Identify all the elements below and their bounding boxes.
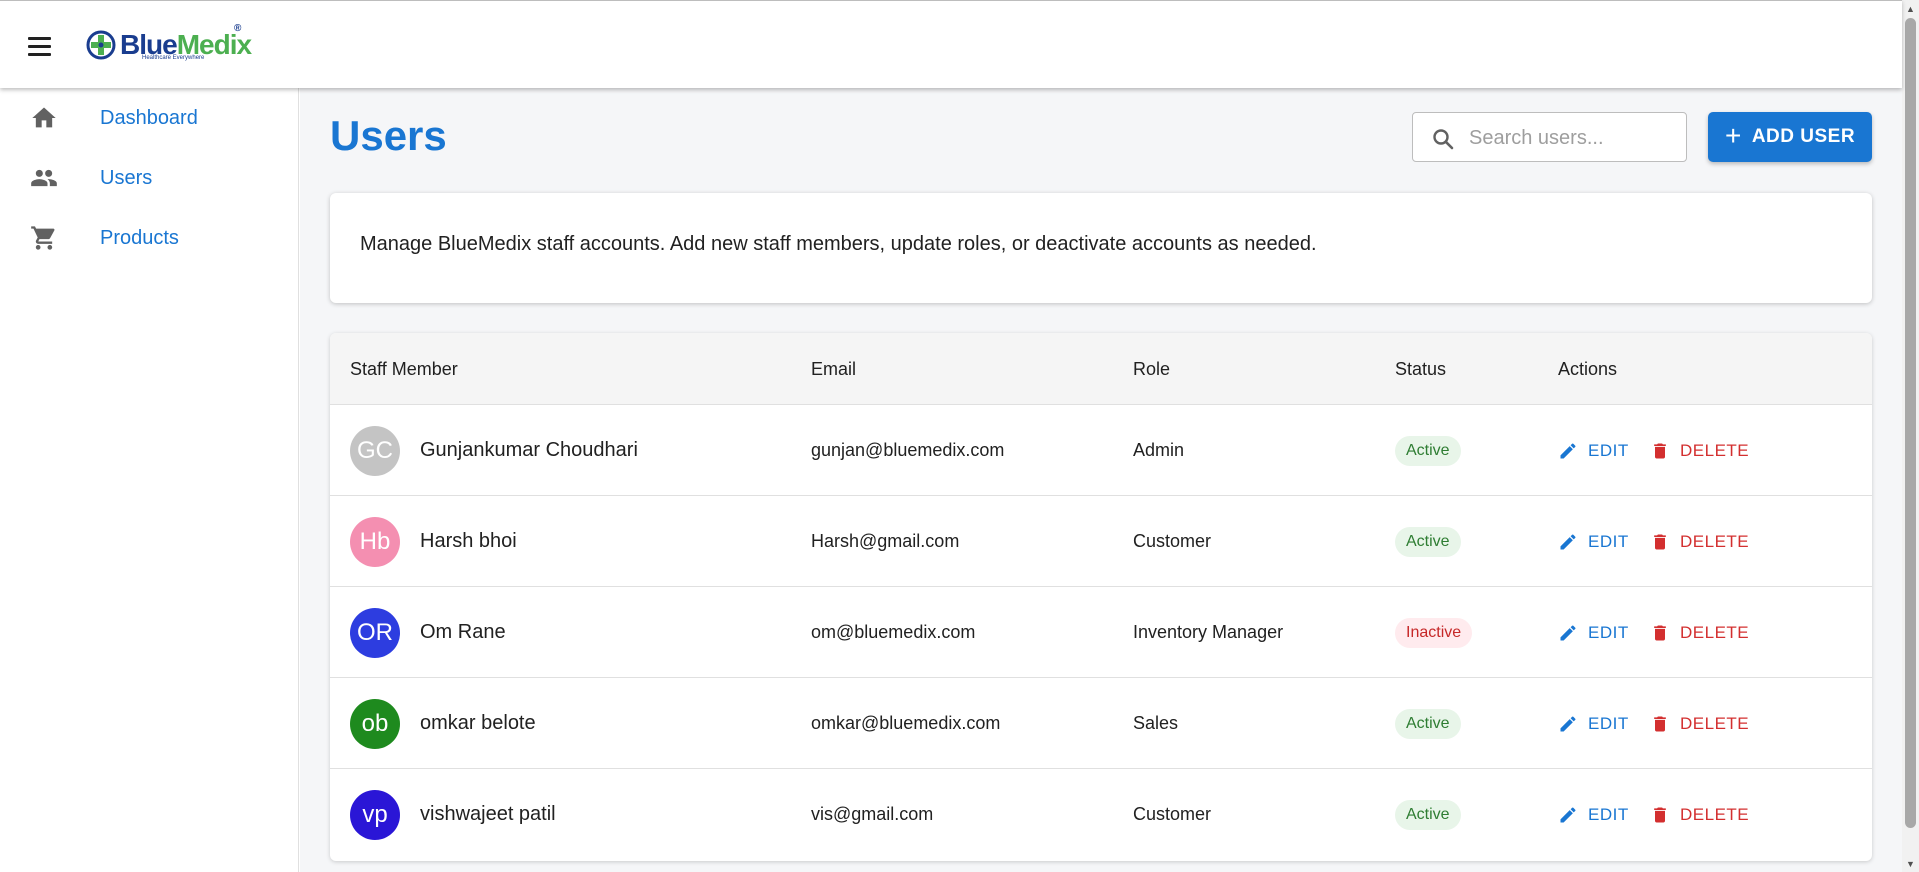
table-row: Hb Harsh bhoi Harsh@gmail.com Customer A…: [330, 496, 1872, 587]
trash-icon: [1654, 443, 1666, 459]
staff-email: om@bluemedix.com: [811, 622, 976, 642]
menu-icon[interactable]: [20, 29, 60, 63]
sidebar-item-label: Users: [100, 166, 153, 189]
main-content: Users + ADD USER Manage BlueMedix staff …: [300, 88, 1902, 872]
search-icon: [1431, 127, 1455, 151]
staff-email: vis@gmail.com: [811, 804, 934, 824]
scrollbar-thumb[interactable]: [1905, 18, 1916, 828]
delete-label: DELETE: [1680, 805, 1750, 824]
delete-button[interactable]: DELETE: [1650, 799, 1749, 831]
edit-button[interactable]: EDIT: [1558, 435, 1629, 467]
edit-label: EDIT: [1588, 623, 1629, 642]
staff-role: Inventory Manager: [1133, 622, 1284, 642]
sidebar-item-products[interactable]: Products: [0, 208, 298, 268]
sidebar-item-label: Dashboard: [100, 106, 198, 129]
home-icon: [30, 104, 58, 132]
delete-label: DELETE: [1680, 714, 1750, 733]
edit-label: EDIT: [1588, 532, 1629, 551]
staff-role: Admin: [1133, 440, 1185, 460]
page-title: Users: [330, 112, 447, 159]
edit-label: EDIT: [1588, 441, 1629, 460]
staff-name: vishwajeet patil: [420, 803, 556, 825]
staff-role: Customer: [1133, 531, 1212, 551]
trash-icon: [1654, 625, 1666, 641]
avatar: Hb: [350, 517, 400, 567]
info-text: Manage BlueMedix staff accounts. Add new…: [360, 233, 1317, 255]
edit-button[interactable]: EDIT: [1558, 526, 1629, 558]
sidebar-item-users[interactable]: Users: [0, 148, 298, 208]
edit-label: EDIT: [1588, 714, 1629, 733]
edit-label: EDIT: [1588, 805, 1629, 824]
sidebar-item-dashboard[interactable]: Dashboard: [0, 88, 298, 148]
status-badge: Active: [1395, 436, 1461, 466]
table-row: GC Gunjankumar Choudhari gunjan@bluemedi…: [330, 405, 1872, 496]
add-user-button[interactable]: + ADD USER: [1708, 112, 1872, 162]
info-card: Manage BlueMedix staff accounts. Add new…: [330, 193, 1872, 303]
trash-icon: [1654, 807, 1666, 823]
status-badge: Active: [1395, 709, 1461, 739]
logo-registered: ®: [234, 23, 242, 34]
status-badge: Inactive: [1395, 618, 1473, 648]
sidebar-item-label: Products: [100, 226, 179, 249]
staff-email: Harsh@gmail.com: [811, 531, 960, 551]
column-header-role: Role: [1133, 359, 1171, 379]
delete-button[interactable]: DELETE: [1650, 708, 1749, 740]
staff-name: omkar belote: [420, 712, 536, 734]
people-icon: [30, 164, 58, 192]
plus-icon: +: [1724, 120, 1742, 151]
table-row: OR Om Rane om@bluemedix.com Inventory Ma…: [330, 587, 1872, 678]
app-bar: BlueMedix ® Healthcare Everywhere: [0, 0, 1902, 88]
pencil-icon: [1560, 443, 1576, 459]
table-row: vp vishwajeet patil vis@gmail.com Custom…: [330, 769, 1872, 860]
logo[interactable]: BlueMedix ® Healthcare Everywhere: [86, 23, 252, 65]
column-header-email: Email: [811, 359, 857, 379]
table-row: ob omkar belote omkar@bluemedix.com Sale…: [330, 678, 1872, 769]
column-header-staff: Staff Member: [350, 359, 458, 379]
delete-button[interactable]: DELETE: [1650, 435, 1749, 467]
avatar: GC: [350, 426, 400, 476]
staff-name: Om Rane: [420, 621, 506, 643]
trash-icon: [1654, 716, 1666, 732]
edit-button[interactable]: EDIT: [1558, 799, 1629, 831]
avatar: OR: [350, 608, 400, 658]
edit-button[interactable]: EDIT: [1558, 617, 1629, 649]
pencil-icon: [1560, 625, 1576, 641]
pencil-icon: [1560, 807, 1576, 823]
scroll-up-icon[interactable]: ▲: [1902, 0, 1919, 17]
add-user-label: ADD USER: [1751, 126, 1856, 147]
delete-label: DELETE: [1680, 623, 1750, 642]
status-badge: Active: [1395, 800, 1461, 830]
staff-role: Customer: [1133, 804, 1212, 824]
trash-icon: [1654, 534, 1666, 550]
scroll-down-icon[interactable]: ▼: [1902, 855, 1919, 872]
column-header-status: Status: [1395, 359, 1447, 379]
status-badge: Active: [1395, 527, 1461, 557]
staff-name: Harsh bhoi: [420, 530, 517, 552]
delete-button[interactable]: DELETE: [1650, 617, 1749, 649]
logo-cross-icon: [86, 30, 116, 60]
staff-email: omkar@bluemedix.com: [811, 713, 1001, 733]
delete-label: DELETE: [1680, 532, 1750, 551]
table-header: Staff Member Email Role Status Actions: [330, 333, 1872, 405]
delete-label: DELETE: [1680, 441, 1750, 460]
pencil-icon: [1560, 716, 1576, 732]
search-box: [1412, 112, 1687, 162]
staff-role: Sales: [1133, 713, 1179, 733]
users-table: Staff Member Email Role Status Actions G…: [330, 333, 1872, 861]
staff-name: Gunjankumar Choudhari: [420, 439, 638, 461]
delete-button[interactable]: DELETE: [1650, 526, 1749, 558]
edit-button[interactable]: EDIT: [1558, 708, 1629, 740]
staff-email: gunjan@bluemedix.com: [811, 440, 1005, 460]
column-header-actions: Actions: [1558, 359, 1618, 379]
pencil-icon: [1560, 534, 1576, 550]
search-input[interactable]: [1469, 125, 1679, 151]
logo-tagline: Healthcare Everywhere: [142, 55, 205, 61]
vertical-scrollbar[interactable]: ▲ ▼: [1902, 0, 1919, 872]
sidebar: Dashboard Users Products: [0, 88, 299, 872]
avatar: ob: [350, 699, 400, 749]
avatar: vp: [350, 790, 400, 840]
cart-icon: [30, 224, 58, 252]
